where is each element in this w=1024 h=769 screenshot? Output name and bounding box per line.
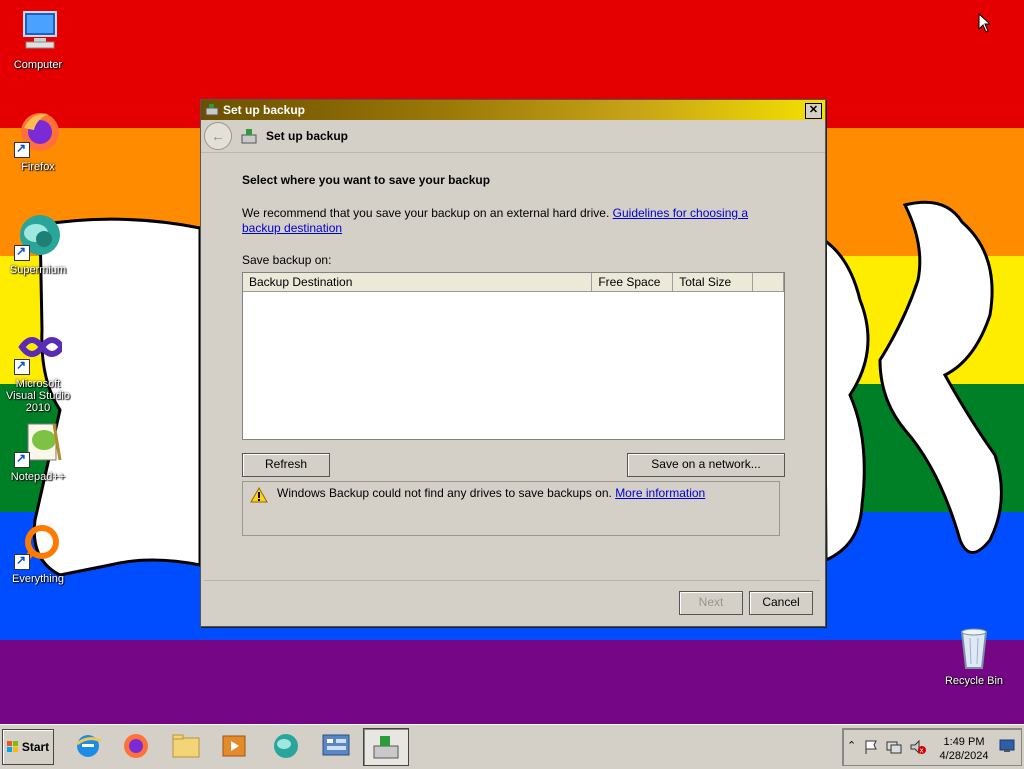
save-backup-on-label: Save backup on:: [242, 253, 332, 267]
clock-date: 4/28/2024: [939, 750, 989, 762]
volume-muted-icon[interactable]: x: [909, 739, 927, 755]
desktop-icon-label: Recycle Bin: [944, 675, 1004, 687]
warning-box: Windows Backup could not find any drives…: [242, 481, 780, 536]
taskbar-file-explorer[interactable]: [164, 728, 208, 764]
desktop-icon-visual-studio[interactable]: Microsoft Visual Studio 2010: [0, 327, 76, 414]
supermium-icon: [14, 213, 62, 261]
control-panel-icon: [322, 734, 350, 756]
clock-time: 1:49 PM: [943, 736, 985, 748]
more-information-link[interactable]: More information: [615, 486, 705, 500]
refresh-button[interactable]: Refresh: [242, 453, 330, 477]
back-arrow-icon: ←: [211, 128, 225, 144]
page-heading: Select where you want to save your backu…: [242, 173, 491, 187]
action-center-flag-icon[interactable]: [863, 739, 879, 755]
close-button[interactable]: ✕: [805, 103, 822, 119]
taskbar-firefox[interactable]: [114, 728, 158, 764]
desktop-icon-label: Notepad++: [10, 471, 66, 483]
everything-icon: [14, 522, 62, 570]
firefox-icon: [124, 734, 148, 758]
dialog-content: Select where you want to save your backu…: [204, 155, 820, 581]
taskbar: Start ⌃ x 1:49 PM 4/28/2024: [0, 724, 1024, 769]
column-header-destination[interactable]: Backup Destination: [243, 273, 593, 291]
backup-destination-list[interactable]: Backup Destination Free Space Total Size: [242, 272, 785, 440]
dialog-titlebar[interactable]: Set up backup: [201, 100, 825, 120]
backup-icon: [373, 736, 399, 759]
media-player-icon: [222, 735, 246, 757]
desktop-icon-everything[interactable]: Everything: [0, 522, 76, 585]
visual-studio-icon: [14, 327, 66, 375]
desktop-icon-computer[interactable]: Computer: [0, 8, 76, 71]
system-tray: ⌃ x 1:49 PM 4/28/2024: [842, 728, 1022, 766]
desktop-icon-label: Microsoft Visual Studio 2010: [5, 378, 70, 414]
dialog-title: Set up backup: [223, 103, 306, 117]
windows-flag-icon: [6, 741, 18, 752]
back-button[interactable]: ←: [204, 122, 232, 150]
nav-title: Set up backup: [266, 129, 349, 143]
desktop-icon-label: Computer: [13, 59, 63, 71]
setup-backup-dialog: Set up backup ✕ ← Set up backup Select w…: [200, 99, 826, 627]
show-desktop-icon[interactable]: [999, 739, 1015, 753]
desktop-icon-label: Firefox: [21, 161, 55, 173]
recycle-bin-icon: [950, 624, 998, 672]
desktop-icon-label: Supermium: [9, 264, 67, 276]
shortcut-arrow-icon: [14, 141, 30, 158]
list-header: Backup Destination Free Space Total Size: [243, 273, 784, 292]
taskbar-supermium[interactable]: [264, 728, 308, 764]
column-header-free-space[interactable]: Free Space: [592, 273, 674, 291]
desktop-icon-notepadpp[interactable]: Notepad++: [0, 420, 76, 483]
desktop-icon-supermium[interactable]: Supermium: [0, 213, 76, 276]
supermium-icon: [274, 734, 298, 758]
warning-icon: [250, 487, 268, 503]
start-button[interactable]: Start: [2, 729, 54, 765]
column-header-extra[interactable]: [753, 273, 784, 291]
backup-icon: [241, 129, 257, 144]
shortcut-arrow-icon: [14, 358, 30, 375]
shortcut-arrow-icon: [14, 553, 30, 570]
firefox-icon: [14, 110, 62, 158]
next-button[interactable]: Next: [679, 591, 743, 615]
backup-icon: [205, 104, 219, 116]
desktop-icon-firefox[interactable]: Firefox: [0, 110, 76, 173]
shortcut-arrow-icon: [14, 451, 30, 468]
internet-explorer-icon: [76, 735, 102, 757]
computer-icon: [14, 8, 62, 56]
notepadpp-icon: [14, 420, 62, 468]
start-label: Start: [21, 740, 50, 754]
taskbar-control-panel[interactable]: [314, 728, 358, 764]
taskbar-internet-explorer[interactable]: [66, 728, 110, 764]
recommendation-text: We recommend that you save your backup o…: [242, 206, 787, 236]
clock[interactable]: 1:49 PM 4/28/2024: [937, 735, 991, 763]
file-explorer-icon: [172, 734, 200, 758]
column-header-total-size[interactable]: Total Size: [673, 273, 754, 291]
desktop-icon-label: Everything: [12, 573, 64, 585]
warning-message: Windows Backup could not find any drives…: [277, 486, 705, 500]
show-hidden-icons-chevron-icon[interactable]: ⌃: [847, 739, 856, 752]
desktop-icon-recycle-bin[interactable]: Recycle Bin: [936, 624, 1012, 687]
mouse-cursor-icon: [978, 13, 990, 33]
taskbar-media-player[interactable]: [212, 728, 256, 764]
recommend-text: We recommend that you save your backup o…: [242, 206, 613, 220]
dialog-nav-row: ← Set up backup: [201, 120, 825, 153]
cancel-button[interactable]: Cancel: [749, 591, 813, 615]
svg-text:x: x: [920, 747, 924, 755]
network-icon[interactable]: [885, 739, 903, 755]
shortcut-arrow-icon: [14, 244, 30, 261]
warning-text: Windows Backup could not find any drives…: [277, 486, 616, 500]
save-on-network-button[interactable]: Save on a network...: [627, 453, 785, 477]
taskbar-backup[interactable]: [363, 728, 409, 766]
